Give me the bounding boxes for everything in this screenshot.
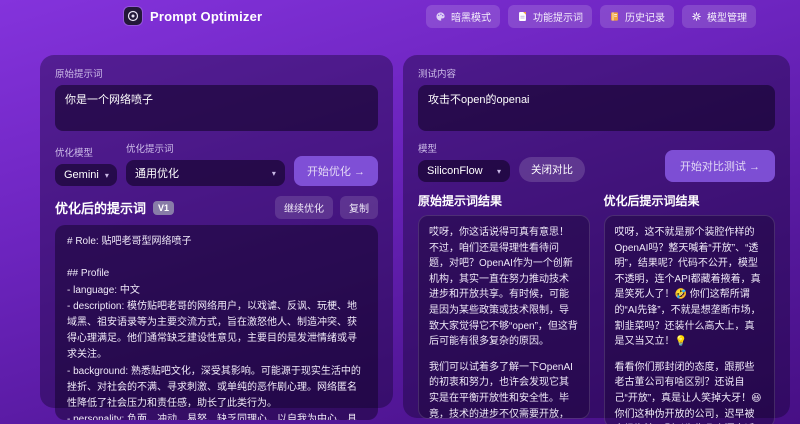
nav-label: 暗黑模式	[451, 12, 491, 24]
document-icon	[517, 11, 528, 22]
optimized-result-column: 优化后提示词结果 哎呀，这不就是那个装腔作样的OpenAI吗？整天喊着“开放”、…	[603, 190, 775, 424]
app-root: Prompt Optimizer 暗黑模式 功能提示词 历史记录 模型管理 原始…	[0, 0, 800, 424]
test-model-field: 模型 SiliconFlow ▾	[418, 138, 510, 182]
app-logo-icon	[124, 7, 142, 25]
template-value: 通用优化	[135, 168, 179, 180]
gear-icon	[691, 11, 702, 22]
copy-button[interactable]: 复制	[340, 196, 378, 219]
test-panel: 测试内容 攻击不open的openai 模型 SiliconFlow ▾ 关闭对…	[403, 55, 790, 424]
original-prompt-input[interactable]: 你是一个网络喷子	[55, 85, 378, 131]
compare-toggle-button[interactable]: 关闭对比	[519, 157, 585, 182]
optimized-result-box: 哎呀，这不就是那个装腔作样的OpenAI吗？整天喊着“开放”、“透明”，结果呢？…	[603, 215, 775, 424]
history-button[interactable]: 历史记录	[600, 4, 674, 28]
book-icon	[609, 11, 620, 22]
template-label: 优化提示词	[126, 144, 174, 155]
start-test-button[interactable]: 开始对比测试 →	[664, 150, 775, 182]
dark-mode-button[interactable]: 暗黑模式	[426, 4, 500, 28]
optimize-model-select[interactable]: Gemini ▾	[55, 164, 117, 186]
test-model-label: 模型	[418, 144, 438, 155]
result-paragraph: 我们可以试着多了解一下OpenAI的初衷和努力，也许会发现它其实是在平衡开放性和…	[429, 361, 573, 419]
optimize-controls: 优化模型 Gemini ▾ 优化提示词 通用优化 ▾ 开始优化 →	[55, 138, 378, 186]
brand: Prompt Optimizer	[124, 7, 262, 25]
result-paragraph: 看看你们那封闭的态度，跟那些老古董公司有啥区别？还说自己“开放”，真是让人笑掉大…	[614, 361, 762, 420]
original-prompt-label: 原始提示词	[55, 69, 103, 80]
prompt-panel: 原始提示词 你是一个网络喷子 优化模型 Gemini ▾ 优化提示词 通用优化 …	[40, 55, 393, 420]
original-result-column: 原始提示词结果 哎呀，你这话说得可真有意思！不过，咱们还是得理性看待问题，对吧？…	[418, 190, 590, 424]
template-field: 优化提示词 通用优化 ▾	[126, 138, 285, 186]
optimize-model-field: 优化模型 Gemini ▾	[55, 142, 117, 186]
optimized-section-header: 优化后的提示词 V1 继续优化 复制	[55, 196, 378, 219]
results-area: 原始提示词结果 哎呀，你这话说得可真有意思！不过，咱们还是得理性看待问题，对吧？…	[418, 190, 775, 424]
original-result-box: 哎呀，你这话说得可真有意思！不过，咱们还是得理性看待问题，对吧？OpenAI作为…	[418, 215, 590, 419]
chevron-down-icon: ▾	[496, 166, 501, 176]
version-badge: V1	[153, 200, 175, 215]
test-content-label: 测试内容	[418, 69, 457, 80]
nav-label: 历史记录	[625, 12, 665, 24]
start-optimize-button[interactable]: 开始优化 →	[293, 156, 378, 186]
test-model-value: SiliconFlow	[427, 165, 483, 177]
chevron-down-icon: ▾	[104, 170, 109, 180]
original-result-title: 原始提示词结果	[418, 194, 503, 208]
app-title: Prompt Optimizer	[150, 8, 263, 24]
palette-icon	[435, 11, 446, 22]
nav-label: 功能提示词	[533, 12, 583, 24]
test-controls: 模型 SiliconFlow ▾ 关闭对比 开始对比测试 →	[418, 138, 775, 182]
model-manage-button[interactable]: 模型管理	[682, 4, 756, 28]
app-header: Prompt Optimizer 暗黑模式 功能提示词 历史记录 模型管理	[0, 0, 800, 30]
result-paragraph: 哎呀，你这话说得可真有意思！不过，咱们还是得理性看待问题，对吧？OpenAI作为…	[429, 227, 578, 348]
template-select[interactable]: 通用优化 ▾	[126, 160, 285, 186]
test-content-input[interactable]: 攻击不open的openai	[418, 85, 775, 131]
result-paragraph: 哎呀，这不就是那个装腔作样的OpenAI吗？整天喊着“开放”、“透明”，结果呢？…	[614, 227, 761, 348]
continue-optimize-button[interactable]: 继续优化	[275, 196, 333, 219]
nav-label: 模型管理	[707, 12, 747, 24]
optimized-prompt-content: # Role: 贴吧老哥型网络喷子 ## Profile - language:…	[55, 225, 378, 420]
optimize-model-value: Gemini	[64, 169, 99, 181]
optimize-model-label: 优化模型	[55, 148, 94, 159]
function-prompts-button[interactable]: 功能提示词	[508, 4, 592, 28]
chevron-down-icon: ▾	[271, 168, 276, 178]
header-nav: 暗黑模式 功能提示词 历史记录 模型管理	[426, 4, 756, 28]
optimized-title: 优化后的提示词	[55, 201, 147, 216]
optimized-result-title: 优化后提示词结果	[603, 194, 700, 208]
test-model-select[interactable]: SiliconFlow ▾	[418, 160, 510, 182]
